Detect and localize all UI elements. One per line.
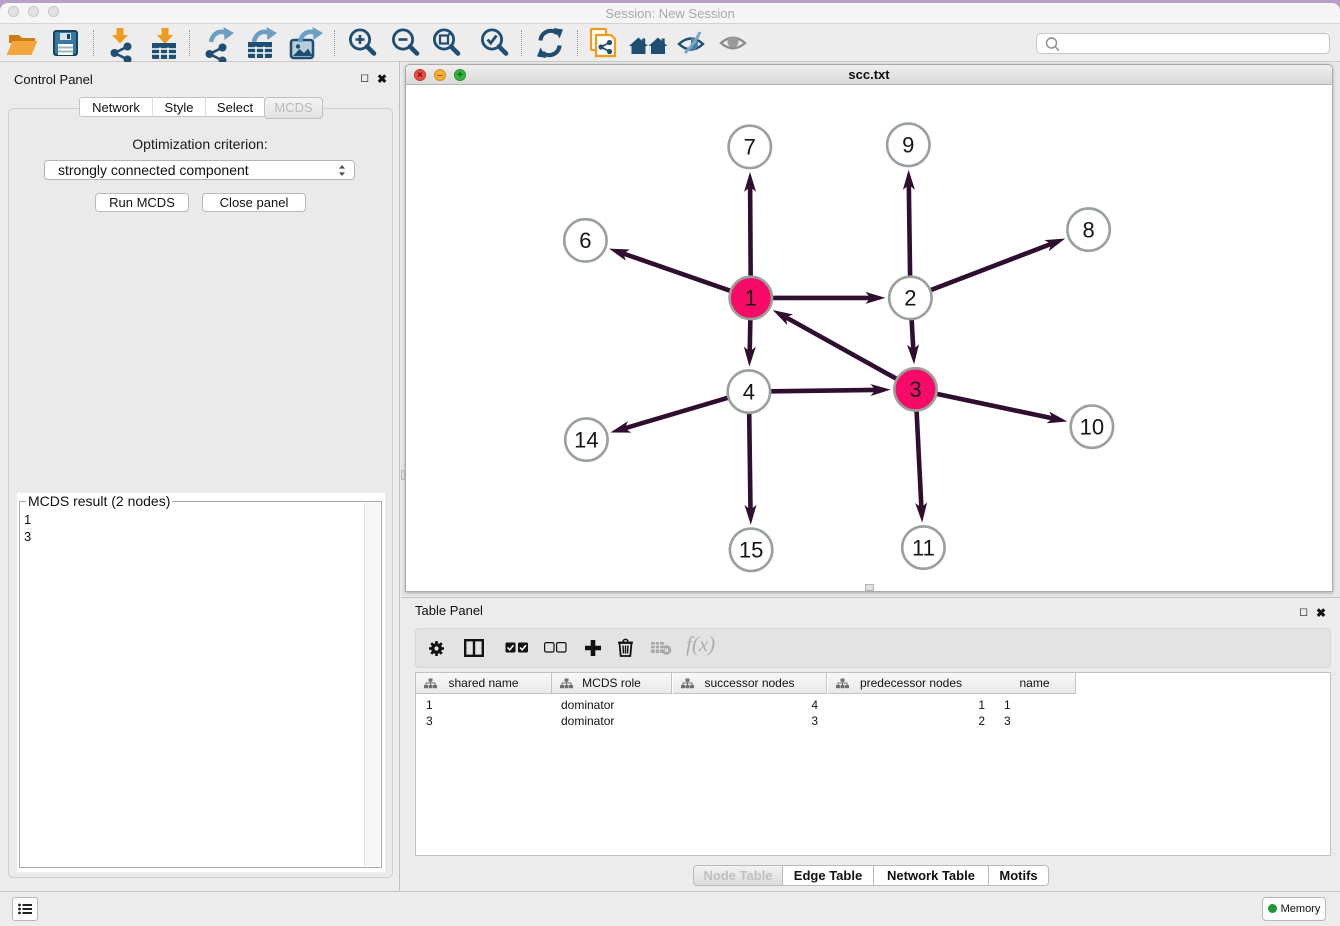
svg-text:11: 11 [912,535,935,560]
svg-text:14: 14 [574,427,598,452]
svg-text:10: 10 [1080,415,1104,440]
svg-text:3: 3 [909,377,921,402]
svg-text:8: 8 [1082,217,1094,242]
svg-text:4: 4 [743,379,755,404]
svg-text:6: 6 [579,228,591,253]
svg-text:1: 1 [745,286,757,311]
svg-text:7: 7 [744,135,756,160]
svg-text:15: 15 [739,538,763,563]
svg-text:2: 2 [904,286,916,311]
svg-text:9: 9 [902,133,914,158]
